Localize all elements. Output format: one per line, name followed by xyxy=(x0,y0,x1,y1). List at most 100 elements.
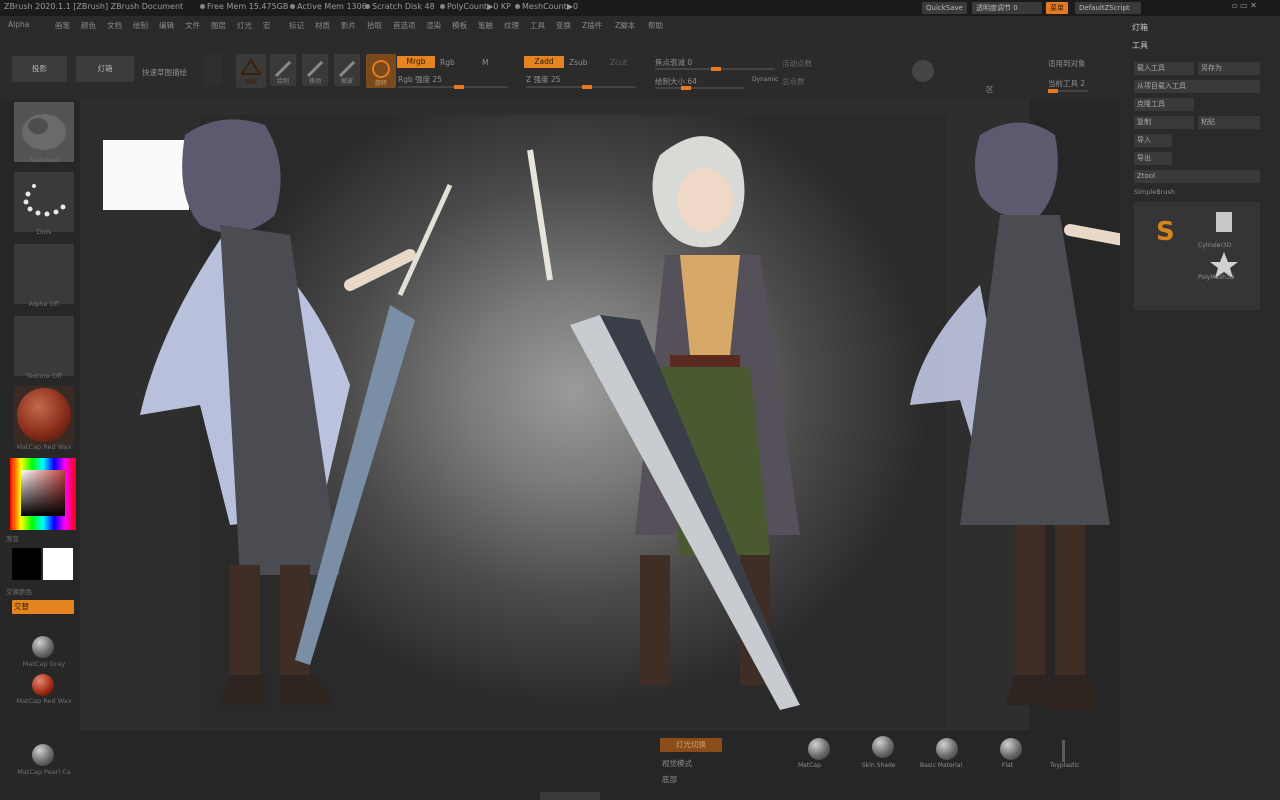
menu-item[interactable]: Alpha xyxy=(8,20,29,29)
focal-shift-slider[interactable] xyxy=(655,67,775,71)
status-dot-icon xyxy=(200,4,205,9)
rgb-intensity-slider[interactable] xyxy=(398,85,508,89)
menu-item[interactable]: 拾取 xyxy=(367,20,382,31)
current-tool-label[interactable]: 当前工具 2 xyxy=(1048,78,1085,89)
slider-knob[interactable] xyxy=(681,86,691,90)
menu-item[interactable]: 变换 xyxy=(556,20,571,31)
dynamic-button[interactable]: Dynamic xyxy=(752,76,778,83)
clone-tool-button[interactable]: 克隆工具 xyxy=(1134,98,1194,111)
brush-thumbnail[interactable] xyxy=(14,102,74,162)
seethrough-slider[interactable]: 透明度调节 0 xyxy=(972,2,1042,14)
basic-material-icon[interactable] xyxy=(936,738,958,760)
character-renders xyxy=(140,119,1140,710)
main-color-swatch[interactable] xyxy=(12,548,41,580)
mrgb-button[interactable]: Mrgb xyxy=(397,56,435,68)
skin-shade-material-icon[interactable] xyxy=(872,736,894,758)
zadd-button[interactable]: Zadd xyxy=(524,56,564,68)
stroke-thumbnail[interactable] xyxy=(14,172,74,232)
menu-item[interactable]: 图层 xyxy=(211,20,226,31)
slider-knob[interactable] xyxy=(1048,89,1058,93)
texture-caption: Texture Off xyxy=(26,372,62,380)
quick-sketch-label[interactable]: 快速草图描绘 xyxy=(142,67,187,78)
export-button[interactable]: 导出 xyxy=(1134,152,1172,165)
menu-item[interactable]: 工具 xyxy=(530,20,545,31)
rgb-button[interactable]: Rgb xyxy=(440,58,455,67)
slider-knob[interactable] xyxy=(582,85,592,89)
menu-item[interactable]: 笔触 xyxy=(478,20,493,31)
current-tool-slider[interactable] xyxy=(1048,89,1088,93)
import-button[interactable]: 导入 xyxy=(1134,134,1172,147)
slider-knob[interactable] xyxy=(711,67,721,71)
menu-item[interactable]: 标记 xyxy=(289,20,304,31)
zcut-button[interactable]: Zcut xyxy=(610,58,627,67)
light-toggle-button[interactable]: 灯光切换 xyxy=(660,738,722,752)
spotlight-icon[interactable] xyxy=(912,60,934,82)
menu-item[interactable]: 帮助 xyxy=(648,20,663,31)
menu-item[interactable]: 颜色 xyxy=(81,20,96,31)
menu-item[interactable]: Z脚本 xyxy=(615,20,635,31)
matcap-gray-caption: MatCap Gray xyxy=(22,660,66,668)
save-as-button[interactable]: 另存为 xyxy=(1198,62,1260,75)
menu-item[interactable]: 模板 xyxy=(452,20,467,31)
menus-button[interactable]: 菜单 xyxy=(1046,2,1068,14)
menu-item[interactable]: 宏 xyxy=(263,20,271,31)
projection-master-button[interactable]: 投影 xyxy=(12,56,67,82)
default-script-button[interactable]: DefaultZScript xyxy=(1075,2,1141,14)
load-tool-button[interactable]: 载入工具 xyxy=(1134,62,1194,75)
title-bar: ZBrush 2020.1.1 [ZBrush] ZBrush Document… xyxy=(0,0,1280,17)
zsub-button[interactable]: Zsub xyxy=(569,58,588,67)
z-intensity-slider[interactable] xyxy=(526,85,636,89)
menu-item[interactable]: 灯光 xyxy=(237,20,252,31)
tool-header[interactable]: 工具 xyxy=(1132,40,1148,51)
matcap-gray-sphere-icon[interactable] xyxy=(32,636,54,658)
quicksave-button[interactable]: QuickSave xyxy=(922,2,967,14)
material-thumbnail[interactable] xyxy=(14,386,74,446)
menu-item[interactable]: 渲染 xyxy=(426,20,441,31)
menu-item[interactable]: 纹理 xyxy=(504,20,519,31)
menu-item[interactable]: 材质 xyxy=(315,20,330,31)
window-controls-icon[interactable]: ▫ ▭ ✕ xyxy=(1232,1,1257,10)
secondary-color-swatch[interactable] xyxy=(43,548,73,580)
m-button[interactable]: M xyxy=(482,58,488,67)
menu-item[interactable]: 编辑 xyxy=(159,20,174,31)
scale-tool-button[interactable]: 缩放 xyxy=(334,54,360,86)
ztool-button[interactable]: Ztool xyxy=(1134,170,1260,183)
edit-tool-button[interactable]: 编辑 xyxy=(236,54,266,88)
total-points-label: 总点数 xyxy=(782,77,805,86)
texture-thumbnail[interactable] xyxy=(14,316,74,376)
bottom-scroll-handle[interactable] xyxy=(540,792,600,800)
copy-button[interactable]: 复制 xyxy=(1134,116,1194,129)
brush-caption: Standard xyxy=(29,156,59,164)
load-from-project-button[interactable]: 从项目载入工具 xyxy=(1134,80,1260,93)
color-square[interactable] xyxy=(21,470,65,516)
lightbox-button[interactable]: 灯箱 xyxy=(76,56,134,82)
switch-color-label[interactable]: 交换颜色 xyxy=(6,586,32,596)
menu-item[interactable]: 文件 xyxy=(185,20,200,31)
menu-item[interactable]: 首选项 xyxy=(393,20,416,31)
paste-button[interactable]: 粘贴 xyxy=(1198,116,1260,129)
matcap-pearl-sphere-icon[interactable] xyxy=(32,744,54,766)
menu-item[interactable]: 绘制 xyxy=(133,20,148,31)
matcap-material-icon[interactable] xyxy=(808,738,830,760)
edit-icon: 编辑 xyxy=(240,58,262,86)
draw-size-slider[interactable] xyxy=(655,86,745,90)
svg-text:绘制: 绘制 xyxy=(277,77,289,85)
lightbox-header[interactable]: 灯箱 xyxy=(1132,22,1148,33)
menu-item[interactable]: 文档 xyxy=(107,20,122,31)
menu-item[interactable]: 画笔 xyxy=(55,20,70,31)
draw-tool-button[interactable]: 绘制 xyxy=(270,54,296,86)
move-tool-button[interactable]: 移动 xyxy=(302,54,328,86)
bottom-label: 底部 xyxy=(662,775,677,784)
slider-knob[interactable] xyxy=(454,85,464,89)
matcap-redwax-sphere-icon[interactable] xyxy=(32,674,54,696)
menu-item[interactable]: 影片 xyxy=(341,20,356,31)
flat-material-icon[interactable] xyxy=(1000,738,1022,760)
color-picker[interactable] xyxy=(10,458,76,530)
menu-item[interactable]: Z插件 xyxy=(582,20,602,31)
alpha-thumbnail[interactable] xyxy=(14,244,74,304)
alternate-button[interactable]: 交替 xyxy=(12,600,74,614)
gradient-label[interactable]: 渐变 xyxy=(6,533,19,543)
rotate-tool-button[interactable]: 旋转 xyxy=(366,54,396,88)
status-dot-icon xyxy=(440,4,445,9)
material-caption-5: Toyplastic xyxy=(1050,762,1080,769)
